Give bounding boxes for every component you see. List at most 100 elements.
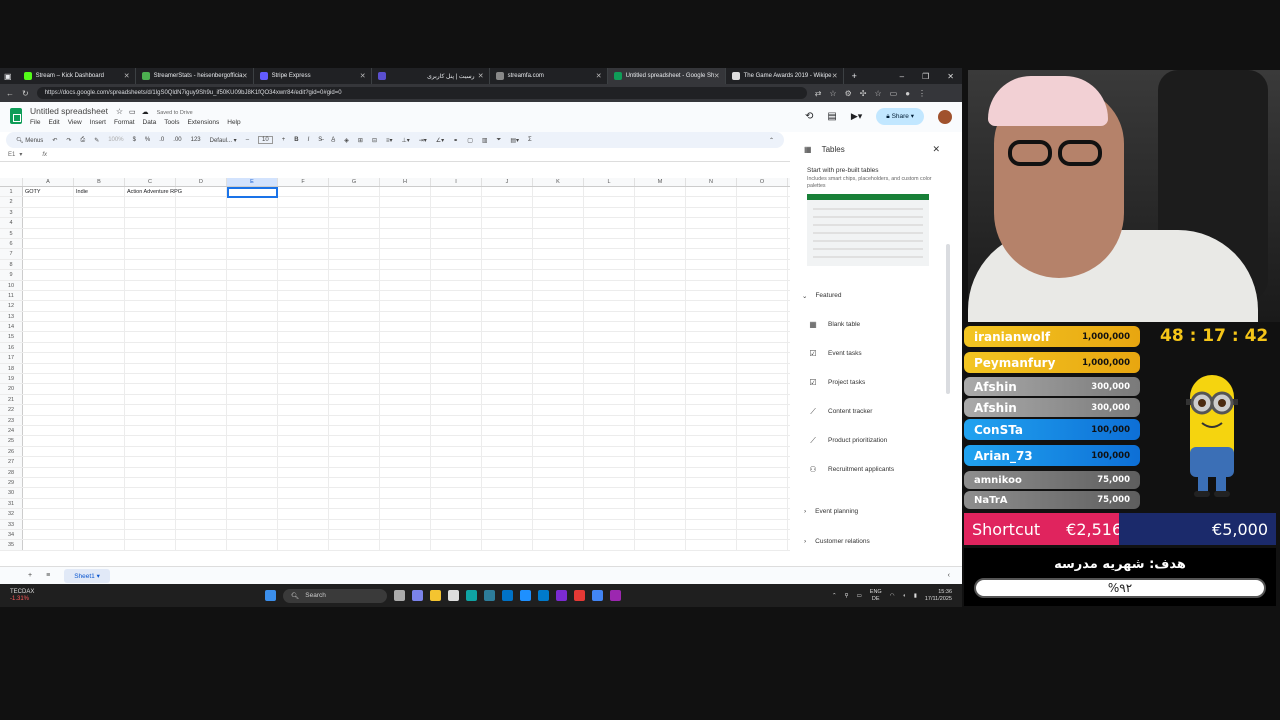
filter-views-icon[interactable]: ▤▾: [510, 137, 519, 144]
cell[interactable]: [584, 259, 635, 270]
cell[interactable]: [176, 228, 227, 238]
cell[interactable]: [533, 301, 584, 311]
template-product-prioritization[interactable]: ⟋ Product prioritization: [792, 426, 952, 455]
menu-insert[interactable]: Insert: [90, 119, 106, 126]
tab-spreadsheet[interactable]: Untitled spreadsheet - Google Sh ✕: [607, 68, 726, 84]
cell[interactable]: [380, 374, 431, 384]
cell[interactable]: [380, 446, 431, 457]
cell[interactable]: [737, 249, 788, 259]
column-header[interactable]: B: [74, 178, 125, 186]
cell[interactable]: [329, 301, 380, 311]
cell[interactable]: [482, 249, 533, 259]
cell[interactable]: [737, 529, 788, 540]
row-header[interactable]: 17: [0, 353, 23, 363]
row-header[interactable]: 19: [0, 374, 23, 384]
row-header[interactable]: 21: [0, 394, 23, 405]
cell[interactable]: [380, 457, 431, 467]
cell[interactable]: [431, 311, 482, 322]
cell[interactable]: [737, 270, 788, 280]
cell[interactable]: [23, 384, 74, 394]
cell[interactable]: [278, 228, 329, 238]
taskbar-search[interactable]: 🔍︎ Search: [283, 588, 387, 603]
cell[interactable]: [482, 384, 533, 394]
cell[interactable]: [482, 488, 533, 498]
cell[interactable]: [125, 332, 176, 342]
cell[interactable]: [686, 218, 737, 228]
cell[interactable]: [584, 301, 635, 311]
cell[interactable]: [74, 519, 125, 529]
cell[interactable]: [380, 477, 431, 488]
cell[interactable]: [74, 353, 125, 363]
row-header[interactable]: 5: [0, 228, 23, 238]
cell[interactable]: [227, 197, 278, 207]
cell[interactable]: [329, 311, 380, 322]
cell[interactable]: [431, 218, 482, 228]
cell[interactable]: [533, 228, 584, 238]
cell[interactable]: [176, 322, 227, 332]
cell[interactable]: [74, 488, 125, 498]
star-icon[interactable]: ☆: [116, 107, 123, 116]
cell[interactable]: [380, 529, 431, 540]
cell[interactable]: [176, 467, 227, 477]
cell[interactable]: [227, 301, 278, 311]
cell[interactable]: [227, 290, 278, 301]
cell[interactable]: [278, 509, 329, 519]
cell[interactable]: [227, 384, 278, 394]
close-icon[interactable]: ✕: [360, 72, 366, 80]
row-header[interactable]: 26: [0, 446, 23, 457]
cell[interactable]: [686, 467, 737, 477]
valign-icon[interactable]: ⊥▾: [401, 137, 409, 144]
cell[interactable]: [380, 415, 431, 425]
cell[interactable]: [278, 498, 329, 509]
cell[interactable]: [23, 342, 74, 353]
cell[interactable]: [635, 332, 686, 342]
cell[interactable]: [584, 498, 635, 509]
cell[interactable]: [23, 311, 74, 322]
cell[interactable]: [125, 519, 176, 529]
puzzle-icon[interactable]: ✣: [860, 89, 867, 98]
cell[interactable]: [380, 353, 431, 363]
cell[interactable]: [584, 529, 635, 540]
cell[interactable]: [278, 342, 329, 353]
cell[interactable]: [635, 509, 686, 519]
cell[interactable]: [737, 540, 788, 550]
cell[interactable]: [176, 498, 227, 509]
cell[interactable]: [74, 290, 125, 301]
cell[interactable]: [125, 540, 176, 550]
cell[interactable]: [431, 187, 482, 197]
cell[interactable]: [23, 228, 74, 238]
store-icon[interactable]: [448, 590, 459, 601]
cell[interactable]: [533, 197, 584, 207]
teams-icon[interactable]: [412, 590, 423, 601]
new-tab-icon[interactable]: +: [852, 71, 857, 81]
template-event-tasks[interactable]: ☑ Event tasks: [792, 339, 952, 368]
cell[interactable]: [74, 228, 125, 238]
cell[interactable]: [533, 415, 584, 425]
cell[interactable]: [227, 446, 278, 457]
cell[interactable]: [635, 374, 686, 384]
cell[interactable]: [482, 436, 533, 446]
row-header[interactable]: 16: [0, 342, 23, 353]
cell[interactable]: [431, 467, 482, 477]
column-header[interactable]: F: [278, 178, 329, 186]
cell[interactable]: [737, 218, 788, 228]
cell[interactable]: [584, 238, 635, 249]
cell[interactable]: [227, 228, 278, 238]
cell[interactable]: [125, 436, 176, 446]
cell[interactable]: [23, 207, 74, 218]
cell[interactable]: [125, 488, 176, 498]
cell[interactable]: [584, 322, 635, 332]
cell[interactable]: Indie: [74, 187, 125, 197]
cell[interactable]: [329, 290, 380, 301]
row-header[interactable]: 34: [0, 529, 23, 540]
cell[interactable]: [278, 322, 329, 332]
cell[interactable]: [584, 218, 635, 228]
cell[interactable]: [278, 374, 329, 384]
cell[interactable]: [278, 446, 329, 457]
cell[interactable]: [737, 311, 788, 322]
cell[interactable]: [380, 197, 431, 207]
cell[interactable]: [737, 477, 788, 488]
menu-view[interactable]: View: [68, 119, 82, 126]
cell[interactable]: [125, 384, 176, 394]
cell[interactable]: [227, 218, 278, 228]
